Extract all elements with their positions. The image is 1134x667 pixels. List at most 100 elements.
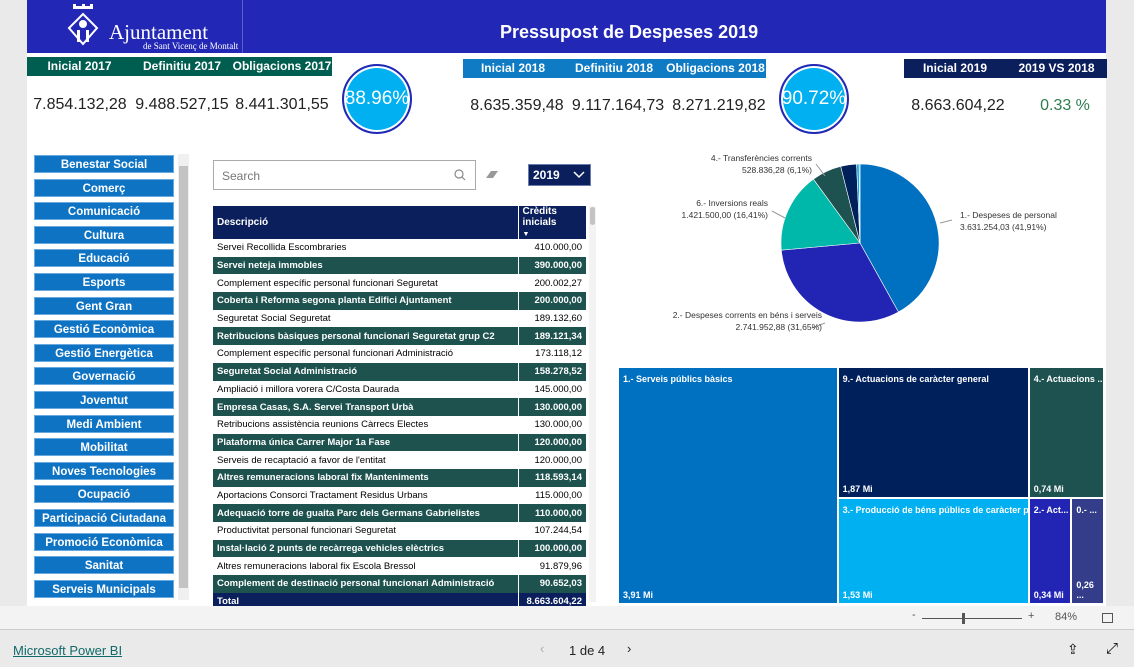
chevron-down-icon [573, 171, 585, 179]
fit-to-page-icon[interactable] [1102, 613, 1113, 623]
treemap-cell-value: 3,91 Mi [623, 590, 654, 600]
search-icon[interactable] [454, 169, 466, 181]
row-description: Productivitat personal funcionari Segure… [217, 525, 397, 537]
slicer-item[interactable]: Ocupació [34, 485, 174, 504]
pie-label-name: 1.- Despeses de personal [960, 210, 1057, 220]
kpi2019-value-1: 0.33 % [1040, 97, 1090, 114]
slicer-item[interactable]: Noves Tecnologies [34, 461, 174, 480]
table-row[interactable]: Coberta i Reforma segona planta Edifici … [213, 292, 586, 310]
zoom-slider-handle[interactable] [962, 613, 965, 624]
table-row[interactable]: Seguretat Social Administració 158.278,52 [213, 362, 586, 381]
row-value: 100.000,00 [517, 539, 586, 558]
slicer-item[interactable]: Governació [34, 367, 174, 386]
treemap-cell[interactable]: 2.- Act... 0,34 Mi [1028, 497, 1072, 604]
year-value: 2019 [533, 168, 560, 182]
zoom-out-button[interactable]: - [912, 609, 916, 621]
col-credits-label: Crèdits inicials [522, 206, 557, 228]
table-row[interactable]: Instal·lació 2 punts de recàrrega vehicl… [213, 539, 586, 558]
table-row[interactable]: Ampliació i millora vorera C/Costa Daura… [213, 380, 586, 399]
coat-of-arms-icon [67, 4, 99, 46]
row-description: Complement específic personal funcionari… [217, 348, 454, 360]
table-row[interactable]: Complement específic personal funcionari… [213, 345, 586, 363]
page-title: Pressupost de Despeses 2019 [500, 22, 759, 42]
zoom-slider[interactable] [922, 613, 1022, 624]
table-row[interactable]: Servei neteja immobles 390.000,00 [213, 256, 586, 275]
eraser-icon[interactable] [485, 170, 499, 180]
slicer-item[interactable]: Medi Ambient [34, 414, 174, 433]
slicer-item[interactable]: Benestar Social [34, 155, 174, 173]
share-icon[interactable]: ⇪ [1067, 641, 1079, 658]
slicer-item[interactable]: Gestió Econòmica [34, 320, 174, 339]
zoom-in-button[interactable]: + [1028, 610, 1034, 622]
table-row[interactable]: Servei Recollida Escombraries 410.000,00 [213, 239, 586, 257]
row-value: 110.000,00 [517, 504, 586, 522]
row-description: Complement específic personal funcionari… [217, 277, 438, 289]
pie-leader-line [939, 219, 953, 224]
slicer-item[interactable]: Comerç [34, 178, 174, 197]
table-row[interactable]: Retribucions assistència reunions Càrrec… [213, 415, 586, 434]
table-row[interactable]: Empresa Casas, S.A. Servei Transport Urb… [213, 398, 586, 416]
table-row[interactable]: Productivitat personal funcionari Segure… [213, 522, 586, 540]
table-row[interactable]: Adequació torre de guaita Parc dels Germ… [213, 504, 586, 522]
kpi2018-value-2: 8.271.219,82 [672, 97, 766, 114]
zoom-bar: - + 84% [0, 606, 1134, 630]
year-dropdown[interactable]: 2019 [528, 164, 591, 186]
logo-subtitle: de Sant Vicenç de Montalt [143, 41, 239, 51]
power-bi-link[interactable]: Microsoft Power BI [13, 643, 122, 658]
slicer-item[interactable]: Gent Gran [34, 296, 174, 315]
row-value: 115.000,00 [517, 486, 586, 505]
slicer-item[interactable]: Esports [34, 272, 174, 291]
slicer-item[interactable]: Comunicació [34, 202, 174, 221]
slicer-item[interactable]: Participació Ciutadana [34, 508, 174, 527]
kpi2019-value-0: 8.663.604,22 [911, 97, 1005, 114]
row-description: Altres remuneracions laboral fix Escola … [217, 560, 416, 572]
slicer-item[interactable]: Cultura [34, 225, 174, 244]
row-value: 189.121,34 [517, 327, 586, 346]
kpi2017-header-0: Inicial 2017 [27, 57, 132, 76]
row-value: 120.000,00 [517, 451, 586, 469]
gauge-2017: 88.96% [342, 64, 412, 134]
table-scrollbar[interactable] [589, 206, 596, 602]
table-row[interactable]: Plataforma única Carrer Major 1a Fase 120… [213, 433, 586, 452]
table-row[interactable]: Altres remuneracions laboral fix Manteni… [213, 468, 586, 487]
table-row[interactable]: Seguretat Social Seguretat 189.132,60 [213, 309, 586, 328]
slicer-item[interactable]: Mobilitat [34, 438, 174, 457]
treemap-cell[interactable]: 9.- Actuacions de caràcter general 1,87 M… [837, 367, 1029, 498]
fullscreen-icon[interactable]: ⤢ [1106, 640, 1118, 657]
scrollbar-thumb[interactable] [179, 166, 188, 588]
table-row[interactable]: Aportacions Consorci Tractament Residus … [213, 486, 586, 505]
slicer-item[interactable]: Joventut [34, 390, 174, 409]
kpi2018-header-2: Obligacions 2018 [665, 59, 766, 78]
slicer-item[interactable]: Serveis Municipals [34, 579, 174, 598]
table-row[interactable]: Complement de destinació personal funcio… [213, 575, 586, 593]
slicer-item[interactable]: Sanitat [34, 556, 174, 575]
treemap-cell[interactable]: 1.- Serveis públics bàsics 3,91 Mi [618, 367, 838, 604]
sort-desc-icon: ▼ [522, 231, 530, 238]
table-row[interactable]: Altres remuneracions laboral fix Escola … [213, 557, 586, 576]
table-row[interactable]: Serveis de recaptació a favor de l'entit… [213, 451, 586, 469]
prev-page-icon[interactable]: ‹ [540, 641, 544, 656]
treemap-cell[interactable]: 4.- Actuacions ... 0,74 Mi [1028, 367, 1104, 498]
table-row[interactable]: Retribucions bàsiques personal funcionar… [213, 327, 586, 346]
row-value: 410.000,00 [517, 239, 586, 257]
slicer-scrollbar[interactable] [178, 154, 189, 600]
col-descripcio[interactable]: Descripció [213, 206, 518, 239]
treemap-cell[interactable]: 3.- Producció de béns públics de caràcte… [837, 497, 1029, 604]
treemap-chart: 1.- Serveis públics bàsics 3,91 Mi 9.- Act… [618, 367, 1104, 604]
kpi2019-header-0: Inicial 2019 [904, 59, 1006, 78]
next-page-icon[interactable]: › [627, 641, 631, 656]
row-value: 158.278,52 [517, 362, 586, 381]
col-credits-inicials[interactable]: Crèdits inicials ▼ [517, 206, 586, 239]
slicer-item[interactable]: Gestió Energètica [34, 343, 174, 362]
treemap-cell[interactable]: 0.- ... 0,26 ... [1071, 497, 1104, 604]
table-scrollbar-thumb[interactable] [590, 207, 595, 225]
header-divider [242, 0, 243, 53]
table-row[interactable]: Complement específic personal funcionari… [213, 274, 586, 293]
search-input[interactable]: Search [213, 160, 476, 190]
slicer-item[interactable]: Promoció Econòmica [34, 532, 174, 551]
slicer-item[interactable]: Educació [34, 249, 174, 268]
row-value: 107.244,54 [517, 522, 586, 540]
table-header-row: Descripció Crèdits inicials ▼ [213, 206, 586, 239]
row-description: Serveis de recaptació a favor de l'entit… [217, 454, 386, 466]
row-value: 91.879,96 [517, 557, 586, 576]
